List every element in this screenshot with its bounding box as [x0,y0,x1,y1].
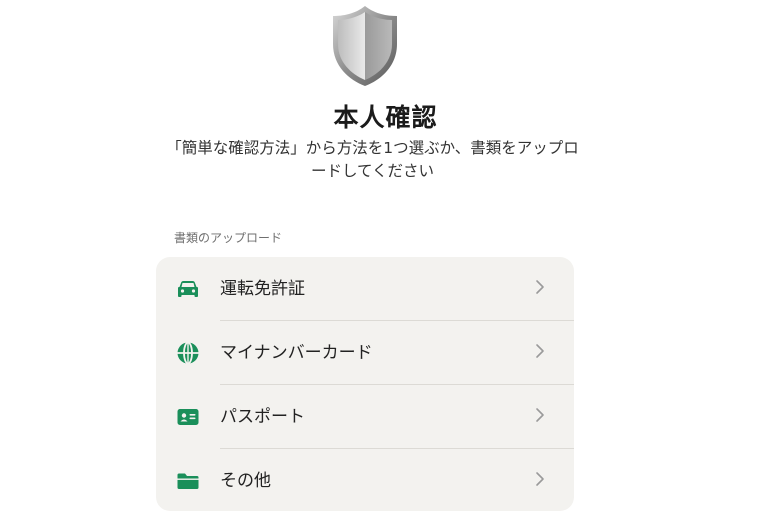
document-item-passport[interactable]: パスポート [156,385,574,448]
chevron-right-icon [536,344,544,358]
document-item-label: 運転免許証 [220,279,305,299]
globe-icon [177,341,199,365]
document-list: 運転免許証 マイナンバーカード パスポート その他 [156,257,574,511]
document-item-drivers-license[interactable]: 運転免許証 [156,257,574,320]
folder-icon [177,473,199,489]
shield-icon [333,6,397,86]
document-item-label: マイナンバーカード [220,343,373,363]
document-item-my-number-card[interactable]: マイナンバーカード [156,321,574,384]
chevron-right-icon [536,472,544,486]
page-subtitle: 「簡単な確認方法」から方法を1つ選ぶか、書類をアップロードしてください [166,139,579,180]
section-label: 書類のアップロード [174,231,283,245]
page-title: 本人確認 [333,103,438,132]
chevron-right-icon [536,408,544,422]
car-icon [178,281,198,297]
document-item-label: パスポート [220,407,305,427]
id-card-icon [177,409,199,425]
chevron-right-icon [536,280,544,294]
document-item-other[interactable]: その他 [156,449,574,511]
document-item-label: その他 [220,471,271,491]
